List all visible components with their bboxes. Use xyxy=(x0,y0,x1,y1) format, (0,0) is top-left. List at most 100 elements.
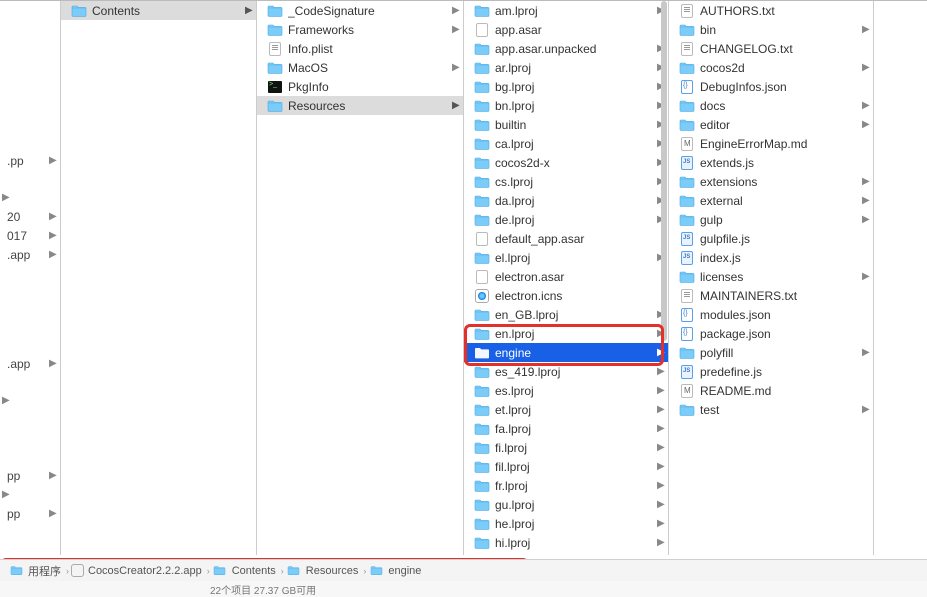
list-item[interactable]: PkgInfo xyxy=(257,77,463,96)
list-item[interactable]: extends.js xyxy=(669,153,873,172)
list-item[interactable]: package.json xyxy=(669,324,873,343)
list-item[interactable]: modules.json xyxy=(669,305,873,324)
list-item[interactable]: 017▶ xyxy=(0,226,60,245)
item-name: fr.lproj xyxy=(495,479,657,493)
folder-icon xyxy=(679,212,695,228)
list-item[interactable]: en.lproj▶ xyxy=(464,324,668,343)
column-prev-partial[interactable]: .pp▶ ▶ 20▶ 017▶ .app▶ .app▶ ▶ pp▶ ▶ pp▶ xyxy=(0,1,61,555)
list-item[interactable]: cs.lproj▶ xyxy=(464,172,668,191)
list-item[interactable]: AUTHORS.txt xyxy=(669,1,873,20)
list-item[interactable]: he.lproj▶ xyxy=(464,514,668,533)
list-item[interactable]: CHANGELOG.txt xyxy=(669,39,873,58)
list-item[interactable]: licenses▶ xyxy=(669,267,873,286)
list-item[interactable]: Info.plist xyxy=(257,39,463,58)
list-item[interactable]: fil.lproj▶ xyxy=(464,457,668,476)
path-bar[interactable]: 用程序›CocosCreator2.2.2.app›Contents›Resou… xyxy=(0,559,927,581)
list-item[interactable]: index.js xyxy=(669,248,873,267)
list-item[interactable]: _CodeSignature▶ xyxy=(257,1,463,20)
folder-icon xyxy=(474,535,490,551)
list-item[interactable]: builtin▶ xyxy=(464,115,668,134)
list-item[interactable]: extensions▶ xyxy=(669,172,873,191)
chevron-right-icon: › xyxy=(66,566,69,576)
list-item[interactable]: gulp▶ xyxy=(669,210,873,229)
chevron-right-icon: ▶ xyxy=(862,100,869,111)
list-item[interactable]: de.lproj▶ xyxy=(464,210,668,229)
list-item[interactable]: MacOS▶ xyxy=(257,58,463,77)
column-package[interactable]: _CodeSignature▶Frameworks▶ Info.plist MacO… xyxy=(257,1,464,555)
status-text: 22个项目 27.37 GB可用 xyxy=(210,582,316,597)
list-item[interactable]: .app▶ xyxy=(0,354,60,373)
list-item[interactable]: am.lproj▶ xyxy=(464,1,668,20)
breadcrumb-item[interactable]: engine xyxy=(368,563,421,579)
breadcrumb-item[interactable]: 用程序 xyxy=(8,563,61,579)
list-item[interactable]: electron.icns xyxy=(464,286,668,305)
item-name: Info.plist xyxy=(288,42,452,56)
item-name: gulpfile.js xyxy=(700,232,862,246)
item-name: EngineErrorMap.md xyxy=(700,137,862,151)
list-item[interactable]: da.lproj▶ xyxy=(464,191,668,210)
list-item[interactable]: gulpfile.js xyxy=(669,229,873,248)
item-name: app.asar xyxy=(495,23,657,37)
column-engine[interactable]: AUTHORS.txtbin▶CHANGELOG.txtcocos2d▶Debu… xyxy=(669,1,874,555)
list-item[interactable]: bin▶ xyxy=(669,20,873,39)
list-item[interactable]: et.lproj▶ xyxy=(464,400,668,419)
list-item[interactable]: Contents▶ xyxy=(61,1,256,20)
list-item[interactable]: hr.lproj▶ xyxy=(464,552,668,555)
list-item[interactable]: pp▶ xyxy=(0,466,60,485)
list-item[interactable]: ▶ xyxy=(0,485,60,504)
list-item[interactable]: default_app.asar xyxy=(464,229,668,248)
list-item[interactable]: cocos2d-x▶ xyxy=(464,153,668,172)
list-item[interactable]: es.lproj▶ xyxy=(464,381,668,400)
list-item[interactable]: app.asar xyxy=(464,20,668,39)
column-resources[interactable]: am.lproj▶ app.asar app.asar.unpacked▶ar.lp… xyxy=(464,1,669,555)
list-item[interactable]: bg.lproj▶ xyxy=(464,77,668,96)
list-item[interactable]: Frameworks▶ xyxy=(257,20,463,39)
list-item[interactable]: app.asar.unpacked▶ xyxy=(464,39,668,58)
list-item[interactable]: 20▶ xyxy=(0,207,60,226)
list-item[interactable]: docs▶ xyxy=(669,96,873,115)
list-item[interactable]: EngineErrorMap.md xyxy=(669,134,873,153)
list-item[interactable]: test▶ xyxy=(669,400,873,419)
list-item[interactable]: .app▶ xyxy=(0,245,60,264)
list-item[interactable]: ar.lproj▶ xyxy=(464,58,668,77)
breadcrumb-item[interactable]: CocosCreator2.2.2.app xyxy=(71,564,202,577)
list-item[interactable]: hi.lproj▶ xyxy=(464,533,668,552)
item-name: Frameworks xyxy=(288,23,452,37)
list-item[interactable]: es_419.lproj▶ xyxy=(464,362,668,381)
list-item[interactable]: .pp▶ xyxy=(0,151,60,170)
list-item[interactable]: Resources▶ xyxy=(257,96,463,115)
list-item[interactable]: el.lproj▶ xyxy=(464,248,668,267)
item-name: cocos2d-x xyxy=(495,156,657,170)
list-item[interactable]: electron.asar xyxy=(464,267,668,286)
list-item[interactable]: DebugInfos.json xyxy=(669,77,873,96)
breadcrumb-item[interactable]: Contents xyxy=(212,563,276,579)
folder-icon xyxy=(474,497,490,513)
list-item[interactable]: engine▶ xyxy=(464,343,668,362)
list-item[interactable]: polyfill▶ xyxy=(669,343,873,362)
list-item[interactable]: editor▶ xyxy=(669,115,873,134)
list-item[interactable]: cocos2d▶ xyxy=(669,58,873,77)
list-item[interactable]: ▶ xyxy=(0,391,60,410)
scrollbar-thumb[interactable] xyxy=(661,1,667,341)
chevron-right-icon: ▶ xyxy=(657,518,664,529)
list-item[interactable]: external▶ xyxy=(669,191,873,210)
chevron-right-icon: ▶ xyxy=(657,366,664,377)
list-item[interactable]: MAINTAINERS.txt xyxy=(669,286,873,305)
list-item[interactable]: fr.lproj▶ xyxy=(464,476,668,495)
folder-icon xyxy=(474,174,490,190)
list-item[interactable]: en_GB.lproj▶ xyxy=(464,305,668,324)
exec-icon xyxy=(267,79,283,95)
list-item[interactable]: README.md xyxy=(669,381,873,400)
list-item[interactable]: ▶ xyxy=(0,188,60,207)
list-item[interactable]: fa.lproj▶ xyxy=(464,419,668,438)
list-item[interactable]: bn.lproj▶ xyxy=(464,96,668,115)
column-contents[interactable]: Contents▶ xyxy=(61,1,257,555)
list-item[interactable]: pp▶ xyxy=(0,504,60,523)
list-item[interactable]: ca.lproj▶ xyxy=(464,134,668,153)
list-item[interactable]: gu.lproj▶ xyxy=(464,495,668,514)
js-file-icon xyxy=(679,231,695,247)
breadcrumb-item[interactable]: Resources xyxy=(286,563,359,579)
list-item[interactable]: predefine.js xyxy=(669,362,873,381)
item-name: test xyxy=(700,403,862,417)
list-item[interactable]: fi.lproj▶ xyxy=(464,438,668,457)
